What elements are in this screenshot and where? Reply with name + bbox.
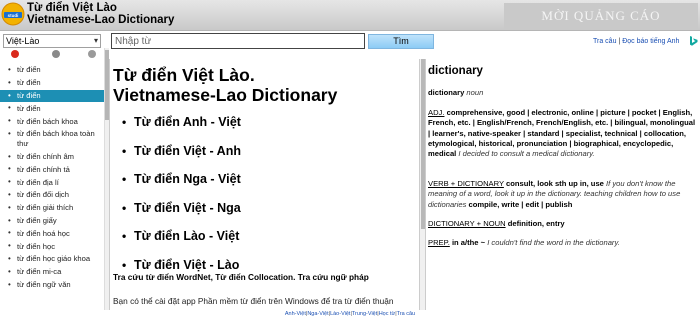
sidebar-item[interactable]: từ điển chính âm: [0, 151, 104, 164]
install-note: Bạn có thể cài đặt app Phần mềm từ điển …: [113, 296, 394, 306]
verb-label: VERB + DICTIONARY: [428, 179, 504, 188]
word-list: từ điểntừ điểntừ điểntừ điểntừ điển bách…: [0, 64, 104, 291]
dictionary-link[interactable]: Từ điển Lào - Việt: [122, 229, 241, 258]
footer-link[interactable]: Anh-Việt: [285, 311, 306, 317]
lookup-note: Tra cứu từ điển WordNet, Từ điển Colloca…: [113, 272, 369, 282]
sidebar-item[interactable]: từ điển giải thích: [0, 202, 104, 215]
dictionary-link[interactable]: Từ điển Anh - Việt: [122, 115, 241, 144]
site-subtitle[interactable]: Vietnamese-Lao Dictionary: [27, 14, 174, 26]
search-input[interactable]: [111, 33, 365, 49]
footer-links: Anh-Việt|Nga-Việt|Lào-Việt|Trung-Việt|Họ…: [0, 310, 700, 319]
footer-link[interactable]: Trung-Việt: [352, 311, 377, 317]
dictionary-link[interactable]: Từ điển Nga - Việt: [122, 172, 241, 201]
entry-word: dictionary: [428, 65, 483, 77]
language-select[interactable]: Việt-Lào ▾: [3, 34, 101, 48]
prep-collocations: in a/the ~: [451, 238, 486, 247]
prep-label: PREP.: [428, 238, 450, 247]
sidebar-item[interactable]: từ điển giấy: [0, 215, 104, 228]
sidebar-item[interactable]: từ điển bách khoa: [0, 115, 104, 128]
noun-label: DICTIONARY + NOUN: [428, 219, 506, 228]
adj-example: I decided to consult a medical dictionar…: [458, 149, 595, 159]
entry-prep-block: PREP. in a/the ~ I couldn't find the wor…: [428, 238, 698, 248]
sidebar-item[interactable]: từ điển học giáo khoa: [0, 253, 104, 266]
app-window: studi Từ điển Việt Lào Vietnamese-Lao Di…: [0, 0, 700, 319]
entry-panel: dictionary dictionary noun ADJ. comprehe…: [425, 59, 700, 310]
page-title: Từ điển Việt Lào.: [113, 65, 255, 85]
site-title[interactable]: Từ điển Việt Lào: [27, 2, 117, 14]
translate-sentence-link[interactable]: Tra câu: [593, 38, 616, 45]
sidebar-item[interactable]: từ điển đối dịch: [0, 189, 104, 202]
settings-icon[interactable]: [88, 50, 96, 58]
sidebar-item[interactable]: từ điển hoá học: [0, 227, 104, 240]
verb-collocations: consult, look sth up in, use: [506, 179, 604, 188]
ad-banner[interactable]: MỜI QUẢNG CÁO: [504, 3, 698, 29]
sidebar-item[interactable]: từ điển bách khoa toàn thư: [0, 128, 104, 151]
site-header: studi Từ điển Việt Lào Vietnamese-Lao Di…: [0, 0, 700, 31]
page-subtitle: Vietnamese-Lao Dictionary: [113, 85, 338, 105]
add-icon[interactable]: [52, 50, 60, 58]
delete-icon[interactable]: [11, 50, 19, 58]
footer-link[interactable]: Nga-Việt: [307, 311, 328, 317]
top-links: Tra câu | Đọc báo tiếng Anh: [593, 38, 679, 45]
language-select-value: Việt-Lào: [6, 36, 40, 46]
noun-collocations: definition, entry: [507, 219, 565, 228]
entry-verb-block: VERB + DICTIONARY consult, look sth up i…: [428, 179, 698, 210]
svg-text:studi: studi: [8, 13, 19, 18]
sidebar-item[interactable]: từ điển: [0, 77, 104, 90]
studydict-logo-icon[interactable]: studi: [1, 2, 25, 26]
sidebar-item[interactable]: từ điển ngữ văn: [0, 279, 104, 292]
verb-collocations-2: compile, write | edit | publish: [468, 199, 573, 209]
prep-example: I couldn't find the word in the dictiona…: [487, 238, 620, 247]
sidebar-item[interactable]: từ điển địa lí: [0, 176, 104, 189]
adj-label: ADJ.: [428, 108, 445, 117]
search-toolbar: Việt-Lào ▾ Tìm Tra câu | Đọc báo tiếng A…: [0, 31, 700, 49]
read-english-news-link[interactable]: Đọc báo tiếng Anh: [622, 38, 679, 45]
search-button[interactable]: Tìm: [368, 34, 434, 49]
footer-link[interactable]: Học từ: [379, 311, 396, 317]
sidebar-item[interactable]: từ điển: [0, 89, 104, 103]
sidebar-item[interactable]: từ điển chính tả: [0, 163, 104, 176]
sidebar-item[interactable]: từ điển mi-ca: [0, 266, 104, 279]
main-content: Từ điển Việt Lào. Vietnamese-Lao Diction…: [109, 59, 419, 310]
link-separator: |: [618, 38, 621, 45]
entry-pos: noun: [466, 88, 484, 97]
entry-headword-line: dictionary noun: [428, 88, 698, 98]
sidebar-item[interactable]: từ điển: [0, 102, 104, 115]
sidebar-item[interactable]: từ điển học: [0, 240, 104, 253]
word-sidebar: từ điểntừ điểntừ điểntừ điểntừ điển bách…: [0, 48, 104, 310]
bing-icon[interactable]: [689, 36, 698, 46]
sidebar-toolbar: [0, 48, 104, 60]
entry-headword: dictionary: [428, 88, 465, 97]
dictionary-link[interactable]: Từ điển Việt - Anh: [122, 144, 241, 173]
dictionary-link[interactable]: Từ điển Việt - Nga: [122, 201, 241, 230]
dictionary-list: Từ điển Anh - ViệtTừ điển Việt - AnhTừ đ…: [122, 115, 241, 286]
entry-noun-block: DICTIONARY + NOUN definition, entry: [428, 219, 698, 229]
footer-link[interactable]: Lào-Việt: [330, 311, 350, 317]
chevron-down-icon: ▾: [93, 36, 98, 45]
entry-adj-block: ADJ. comprehensive, good | electronic, o…: [428, 108, 698, 159]
sidebar-item[interactable]: từ điển: [0, 64, 104, 77]
footer-link[interactable]: Tra câu: [397, 311, 415, 317]
